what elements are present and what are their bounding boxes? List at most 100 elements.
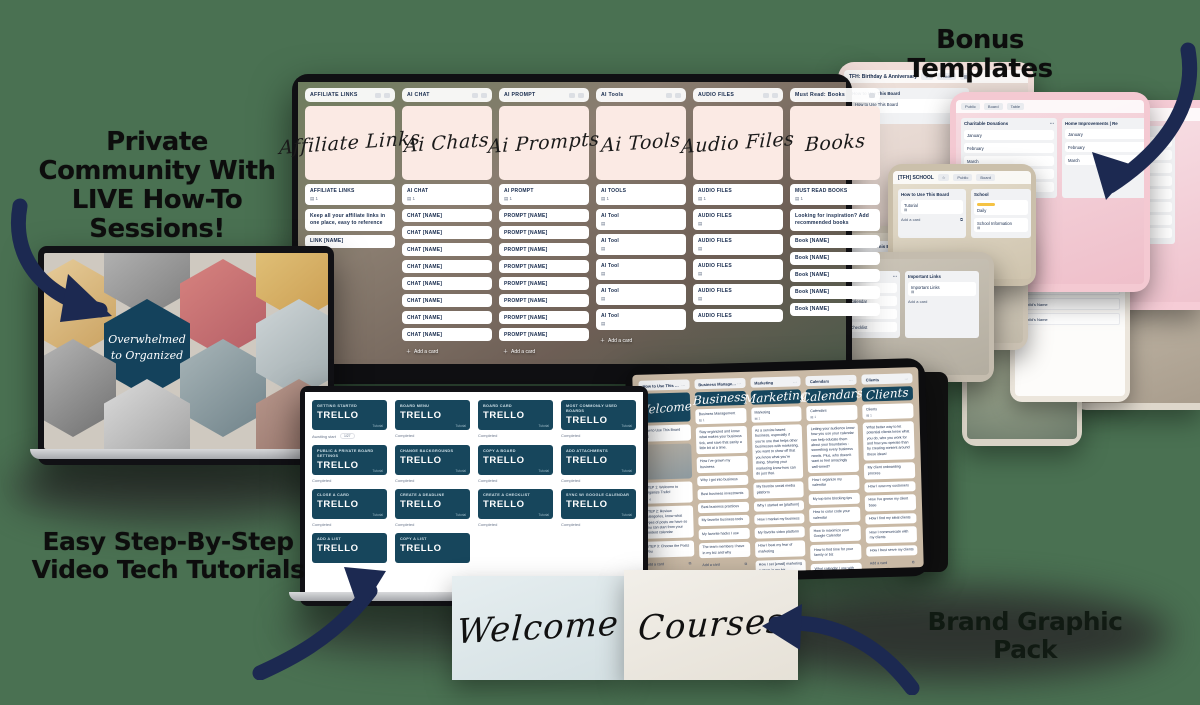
column-hero-card[interactable]: Marketing [744,387,808,406]
tutorial-card[interactable]: CREATE A CHECKLIST TRELLO Tutorial Compl… [478,489,553,527]
column-header[interactable]: Clients ⋯ [861,373,913,385]
column-hero-card[interactable]: Ai Tools [596,106,686,180]
column-menu-icon[interactable]: ⋯ [849,377,853,382]
card[interactable]: AI TOOLS ▤ 1 [596,184,686,205]
list-card[interactable]: January [1065,129,1144,139]
card[interactable]: How I organize my calendar [808,474,860,492]
card[interactable]: How I market my business [753,513,805,526]
card[interactable]: Calendars ▤ 1 [806,404,858,422]
card[interactable]: AI Tool ▤ [596,234,686,255]
tutorial-thumbnail[interactable]: MOST COMMONLY USED BOARDS TRELLO Tutoria… [561,400,636,430]
card[interactable]: CHAT [NAME] [402,260,492,273]
tutorial-thumbnail[interactable]: COPY A LIST TRELLO [395,533,470,563]
card[interactable]: Book [NAME] [790,251,880,265]
card[interactable]: Why I started on [platform] [753,499,805,512]
tutorial-card[interactable]: COPY A BOARD TRELLO Tutorial Completed [478,445,553,483]
card[interactable]: The team members I have in my biz and wh… [698,541,750,559]
card[interactable]: AI Tool ▤ [596,284,686,305]
tutorial-thumbnail[interactable]: PUBLIC & PRIVATE BOARD SETTINGS TRELLO T… [312,445,387,475]
column-menu-icon[interactable] [472,92,487,98]
card[interactable]: Clients ▤ 1 [862,403,914,421]
chip-board[interactable]: Board [976,174,996,181]
card[interactable]: AUDIO FILES [693,309,783,322]
card[interactable]: AFFILIATE LINKS ▤ 1 [305,184,395,205]
tutorial-card[interactable]: CREATE A DEADLINE TRELLO Tutorial Comple… [395,489,470,527]
card[interactable]: Book [NAME] [790,234,880,248]
card[interactable]: My favorite social media platform [752,481,805,499]
card[interactable]: As a service based business, especially … [751,424,804,480]
column-menu-icon[interactable] [869,92,875,98]
column-hero-card[interactable]: Affiliate Links [279,106,421,180]
card[interactable]: Book [NAME] [790,285,880,299]
card[interactable]: CHAT [NAME] [402,226,492,239]
card[interactable]: Stay organized and know what makes your … [695,426,748,455]
add-card-button[interactable]: ＋ Add a card [499,345,589,358]
add-card-button[interactable]: Add a card [908,299,976,304]
column-menu-icon[interactable]: ⋯ [737,380,741,385]
column-header[interactable]: Business Management ⋯ [694,377,746,390]
column-header[interactable]: AI Tools [596,88,686,102]
list-card[interactable]: School Information ▤ [974,218,1028,232]
card[interactable]: AI Tool ▤ [596,209,686,230]
column-menu-icon[interactable] [569,92,584,98]
tutorial-card[interactable]: ADD A LIST TRELLO [312,533,387,563]
column-hero-card[interactable]: Calendars [801,386,863,405]
add-card-button[interactable]: Add a card⧉ [901,217,963,222]
column-menu-icon[interactable]: ⋯ [681,382,685,387]
card[interactable]: AUDIO FILES ▤ [693,259,783,280]
card[interactable]: My top time blocking tips [809,493,861,505]
card[interactable]: CHAT [NAME] [402,294,492,307]
card[interactable]: PROMPT [NAME] [499,277,589,290]
card[interactable]: PROMPT [NAME] [499,311,589,324]
list-card[interactable]: February [964,143,1054,153]
card[interactable]: AUDIO FILES ▤ [693,284,783,305]
card[interactable]: PROMPT [NAME] [499,226,589,239]
list-card[interactable]: Important Links ▤ [908,282,976,296]
column-hero-card[interactable]: Clients [861,385,914,403]
card[interactable]: STEP 3: Choose the Posts You [642,540,695,558]
card[interactable]: Book [NAME] [790,302,880,316]
card[interactable]: Looking for inspiration? Add recommended… [790,209,880,231]
card[interactable]: MUST READ BOOKS ▤ 1 [790,184,880,205]
card[interactable]: CHAT [NAME] [402,328,492,341]
card[interactable]: My favorite video platform [754,526,806,539]
card[interactable]: How I find my ideal clients [865,512,917,525]
card[interactable]: PROMPT [NAME] [499,243,589,256]
tutorial-thumbnail[interactable]: ADD A LIST TRELLO [312,533,387,563]
column-header[interactable]: Calendars ⋯ [805,374,857,387]
card[interactable]: Marketing ▤ 1 [750,406,803,424]
card[interactable]: STEP 2: Review Categories, know what typ… [641,505,694,540]
tutorial-thumbnail[interactable]: COPY A BOARD TRELLO Tutorial [478,445,553,475]
tutorial-card[interactable]: CLOSE A CARD TRELLO Tutorial Completed [312,489,387,527]
card[interactable]: CHAT [NAME] [402,277,492,290]
card[interactable]: How to maximize your Google Calendar [809,525,862,543]
card[interactable]: AI Tool ▤ [596,259,686,280]
tutorial-thumbnail[interactable]: ADD ATTACHMENTS TRELLO Tutorial [561,445,636,475]
card[interactable]: What calendar I use with clients [811,562,863,575]
column-hero-card[interactable]: Ai Chats [402,106,492,180]
card[interactable]: Business Management ▤ 1 [695,407,747,425]
card[interactable]: AI Tool ▤ [596,309,686,330]
add-card-button[interactable]: ＋ Add a card [402,345,492,358]
column-header[interactable]: AI PROMPT [499,88,589,102]
card[interactable]: PROMPT [NAME] [499,328,589,341]
column-header[interactable]: Must Read: Books [790,88,880,102]
add-card-button[interactable]: Add a card⧉ [699,560,750,569]
card[interactable]: Why I got into business [696,474,748,487]
list-card[interactable]: March [1065,155,1144,165]
column-hero-card[interactable]: Books [790,106,880,180]
tutorial-thumbnail[interactable]: BOARD CARD TRELLO Tutorial [478,400,553,430]
card[interactable]: Best business practices [697,501,749,514]
card[interactable]: Letting your audience know how you use y… [807,423,860,473]
tutorial-card[interactable]: CHANGE BACKGROUNDS TRELLO Tutorial Compl… [395,445,470,483]
chip-board[interactable]: Board [983,103,1003,110]
add-card-button[interactable]: Add a card⧉ [643,559,694,568]
column-menu-icon[interactable] [763,92,778,98]
chip-table[interactable]: Table [1006,103,1025,110]
column-menu-icon[interactable]: ⋯ [793,379,797,384]
card[interactable]: PROMPT [NAME] [499,209,589,222]
column-menu-icon[interactable]: ⋯ [904,376,908,381]
column-header[interactable]: AUDIO FILES [693,88,783,102]
card[interactable]: How I've grown my client base [864,494,917,512]
card[interactable]: Book [NAME] [790,268,880,282]
